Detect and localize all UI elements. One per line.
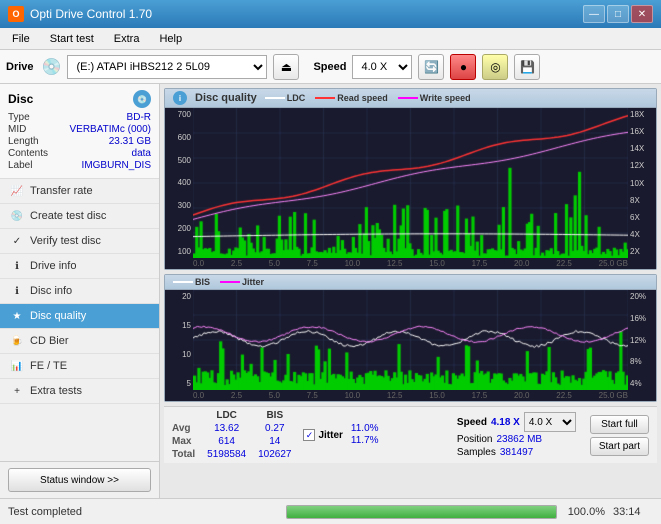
- legend-read-speed: Read speed: [337, 93, 388, 103]
- nav-drive-info[interactable]: ℹ Drive info: [0, 254, 159, 279]
- drive-info-icon: ℹ: [10, 259, 24, 273]
- menu-start-test[interactable]: Start test: [42, 31, 102, 47]
- save-button[interactable]: 💾: [514, 54, 540, 80]
- disc-quality-panel: i Disc quality LDC Read speed Write spee…: [164, 88, 657, 270]
- create-test-disc-label: Create test disc: [30, 210, 106, 222]
- stats-row: LDCBIS Avg13.620.27 Max61414 Total519858…: [164, 406, 657, 463]
- menu-file[interactable]: File: [4, 31, 38, 47]
- nav-fe-te[interactable]: 📊 FE / TE: [0, 354, 159, 379]
- progress-bar: [286, 505, 558, 519]
- time-text: 33:14: [613, 506, 653, 518]
- legend-write-speed: Write speed: [420, 93, 471, 103]
- mid-value: VERBATIMc (000): [70, 124, 152, 135]
- verify-test-disc-label: Verify test disc: [30, 235, 101, 247]
- speed-label: Speed: [313, 61, 346, 73]
- eject-button[interactable]: ⏏: [273, 54, 299, 80]
- disc-btn2[interactable]: ◎: [482, 54, 508, 80]
- nav-disc-info[interactable]: ℹ Disc info: [0, 279, 159, 304]
- nav-verify-test-disc[interactable]: ✓ Verify test disc: [0, 229, 159, 254]
- length-label: Length: [8, 136, 39, 147]
- extra-tests-label: Extra tests: [30, 385, 82, 397]
- y-axis-right-bottom: 20%16%12%8%4%: [628, 290, 656, 390]
- fe-te-icon: 📊: [10, 359, 24, 373]
- maximize-button[interactable]: □: [607, 5, 629, 23]
- bottom-bar: Test completed 100.0% 33:14: [0, 498, 661, 524]
- disc-label-label: Label: [8, 160, 32, 171]
- type-label: Type: [8, 112, 30, 123]
- sidebar: Disc 💿 Type BD-R MID VERBATIMc (000) Len…: [0, 84, 160, 498]
- disc-info-icon: ℹ: [10, 284, 24, 298]
- nav-create-test-disc[interactable]: 💿 Create test disc: [0, 204, 159, 229]
- verify-test-disc-icon: ✓: [10, 234, 24, 248]
- speed-select[interactable]: 4.0 X: [352, 55, 412, 79]
- menu-help[interactable]: Help: [151, 31, 190, 47]
- menu-extra[interactable]: Extra: [106, 31, 148, 47]
- progress-fill: [287, 506, 557, 518]
- panel-title: Disc quality: [195, 92, 257, 104]
- menu-bar: File Start test Extra Help: [0, 28, 661, 50]
- panel-header-top: i Disc quality LDC Read speed Write spee…: [165, 89, 656, 108]
- y-axis-right-top: 18X16X14X12X10X8X6X4X2X: [628, 108, 656, 258]
- cd-bier-icon: 🍺: [10, 334, 24, 348]
- legend-bis: BIS: [195, 277, 210, 287]
- disc-quality-icon: ★: [10, 309, 24, 323]
- x-axis-bottom: 0.02.55.07.510.012.515.017.520.022.525.0…: [165, 390, 656, 401]
- toolbar: Drive 💿 (E:) ATAPI iHBS212 2 5L09 ⏏ Spee…: [0, 50, 661, 84]
- mid-label: MID: [8, 124, 26, 135]
- extra-tests-icon: +: [10, 384, 24, 398]
- panel-header-icon-top: i: [173, 91, 187, 105]
- disc-quality-label: Disc quality: [30, 310, 86, 322]
- drive-icon: 💿: [42, 57, 62, 77]
- nav-cd-bier[interactable]: 🍺 CD Bier: [0, 329, 159, 354]
- disc-title: Disc: [8, 92, 33, 106]
- bis-jitter-panel: BIS Jitter 2015105: [164, 274, 657, 402]
- disc-label-value: IMGBURN_DIS: [82, 160, 151, 171]
- legend-jitter: Jitter: [242, 277, 264, 287]
- progress-text: 100.0%: [565, 506, 605, 518]
- refresh-button[interactable]: 🔄: [418, 54, 444, 80]
- nav-disc-quality[interactable]: ★ Disc quality: [0, 304, 159, 329]
- transfer-rate-icon: 📈: [10, 184, 24, 198]
- legend-ldc: LDC: [287, 93, 306, 103]
- drive-select[interactable]: (E:) ATAPI iHBS212 2 5L09: [67, 55, 267, 79]
- nav-transfer-rate[interactable]: 📈 Transfer rate: [0, 179, 159, 204]
- app-title: Opti Drive Control 1.70: [30, 7, 152, 21]
- drive-label: Drive: [6, 61, 34, 73]
- length-value: 23.31 GB: [109, 136, 151, 147]
- minimize-button[interactable]: —: [583, 5, 605, 23]
- disc-panel: Disc 💿 Type BD-R MID VERBATIMc (000) Len…: [0, 84, 159, 179]
- drive-info-label: Drive info: [30, 260, 76, 272]
- cd-bier-label: CD Bier: [30, 335, 69, 347]
- y-axis-left-bottom: 2015105: [165, 290, 193, 390]
- fe-te-label: FE / TE: [30, 360, 67, 372]
- close-button[interactable]: ✕: [631, 5, 653, 23]
- type-value: BD-R: [127, 112, 151, 123]
- x-axis-top: 0.02.55.07.510.012.515.017.520.022.525.0…: [165, 258, 656, 269]
- app-icon: O: [8, 6, 24, 22]
- start-full-button[interactable]: Start full: [590, 415, 649, 434]
- status-window-button[interactable]: Status window >>: [8, 468, 151, 492]
- disc-btn1[interactable]: ●: [450, 54, 476, 80]
- nav-extra-tests[interactable]: + Extra tests: [0, 379, 159, 404]
- panel-header-bottom: BIS Jitter: [165, 275, 656, 290]
- contents-value: data: [132, 148, 151, 159]
- disc-info-label: Disc info: [30, 285, 72, 297]
- transfer-rate-label: Transfer rate: [30, 185, 93, 197]
- title-bar: O Opti Drive Control 1.70 — □ ✕: [0, 0, 661, 28]
- status-text: Test completed: [8, 506, 278, 518]
- contents-label: Contents: [8, 148, 48, 159]
- content-area: i Disc quality LDC Read speed Write spee…: [160, 84, 661, 498]
- start-part-button[interactable]: Start part: [590, 437, 649, 456]
- y-axis-left-top: 700600500400300200100: [165, 108, 193, 258]
- create-test-disc-icon: 💿: [10, 209, 24, 223]
- disc-panel-icon: 💿: [133, 90, 151, 108]
